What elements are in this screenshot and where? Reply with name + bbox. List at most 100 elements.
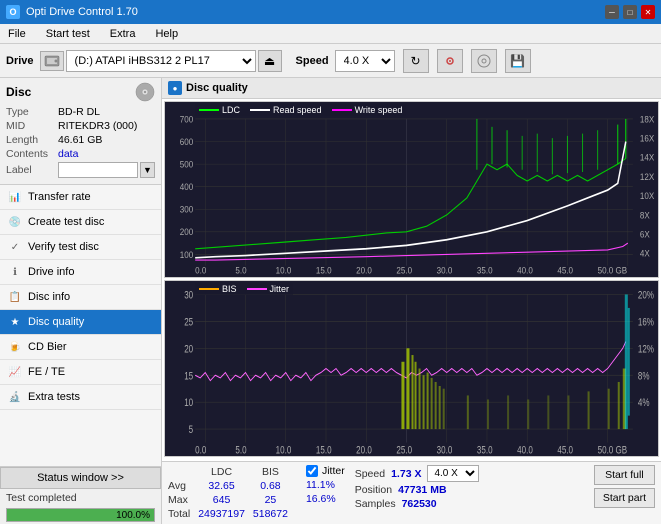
nav-disc-info[interactable]: 📋 Disc info xyxy=(0,285,161,310)
bis-color xyxy=(199,288,219,290)
drive-select-area: (D:) ATAPI iHBS312 2 PL17 ⏏ xyxy=(40,50,282,72)
close-button[interactable]: ✕ xyxy=(641,5,655,19)
table-row-max: Max 645 25 xyxy=(168,493,296,507)
legend-read-speed: Read speed xyxy=(250,105,322,115)
svg-text:10: 10 xyxy=(184,397,193,409)
svg-text:18X: 18X xyxy=(640,114,655,125)
svg-text:35.0: 35.0 xyxy=(477,265,493,276)
position-label: Position xyxy=(355,484,392,496)
menu-start-test[interactable]: Start test xyxy=(42,27,94,41)
refresh-button[interactable]: ↻ xyxy=(403,49,429,73)
nav-disc-info-label: Disc info xyxy=(28,291,70,303)
speed-label: Speed xyxy=(296,55,329,67)
menu-file[interactable]: File xyxy=(4,27,30,41)
svg-text:25.0: 25.0 xyxy=(396,444,412,456)
menu-extra[interactable]: Extra xyxy=(106,27,140,41)
top-chart-svg: 700 600 500 400 300 200 100 18X 16X 14X … xyxy=(165,102,658,277)
svg-text:600: 600 xyxy=(180,136,194,147)
eject-button[interactable]: ⏏ xyxy=(258,50,282,72)
speed-position-section: Speed 1.73 X 4.0 X Position 47731 MB Sam… xyxy=(355,465,480,510)
svg-text:5.0: 5.0 xyxy=(235,265,246,276)
progress-label: 100.0% xyxy=(116,509,150,523)
svg-text:12X: 12X xyxy=(640,171,655,182)
disc-label-label: Label xyxy=(6,164,58,176)
disc-label-input[interactable] xyxy=(58,162,138,178)
svg-text:12%: 12% xyxy=(638,343,655,355)
jitter-avg: 11.1% xyxy=(306,479,335,491)
status-window-label: Status window >> xyxy=(37,472,124,484)
position-value: 47731 MB xyxy=(398,484,446,496)
col-label xyxy=(168,465,198,479)
svg-text:4%: 4% xyxy=(638,397,650,409)
maximize-button[interactable]: □ xyxy=(623,5,637,19)
bottom-chart-svg: 30 25 20 15 10 5 20% 16% 12% 8% 4% 0.0 5… xyxy=(165,281,658,456)
top-chart: LDC Read speed Write speed xyxy=(164,101,659,278)
svg-text:15.0: 15.0 xyxy=(316,444,332,456)
minimize-button[interactable]: ─ xyxy=(605,5,619,19)
svg-text:300: 300 xyxy=(180,204,194,215)
speed-dropdown[interactable]: 4.0 X xyxy=(335,50,395,72)
speed-row-select[interactable]: 4.0 X xyxy=(427,465,479,482)
status-window-button[interactable]: Status window >> xyxy=(0,467,161,489)
menu-bar: File Start test Extra Help xyxy=(0,24,661,44)
drive-dropdown[interactable]: (D:) ATAPI iHBS312 2 PL17 xyxy=(66,50,256,72)
svg-text:50.0 GB: 50.0 GB xyxy=(598,265,628,276)
nav-transfer-rate[interactable]: 📊 Transfer rate xyxy=(0,185,161,210)
disc-info-icon: 📋 xyxy=(8,290,22,304)
svg-text:15: 15 xyxy=(184,370,193,382)
jitter-checkbox[interactable] xyxy=(306,465,318,477)
drive-icon xyxy=(40,51,64,71)
menu-help[interactable]: Help xyxy=(151,27,182,41)
svg-text:10X: 10X xyxy=(640,191,655,202)
samples-value: 762530 xyxy=(402,498,437,510)
ldc-color xyxy=(199,109,219,111)
disc-quality-header: ● Disc quality xyxy=(162,78,661,99)
svg-text:10.0: 10.0 xyxy=(276,444,292,456)
app-title: Opti Drive Control 1.70 xyxy=(26,6,138,18)
progress-bar: 100.0% xyxy=(6,508,155,522)
jitter-section: Jitter 11.1% 16.6% xyxy=(306,465,345,507)
drive-label: Drive xyxy=(6,55,34,67)
title-bar-controls[interactable]: ─ □ ✕ xyxy=(605,5,655,19)
table-row-total: Total 24937197 518672 xyxy=(168,507,296,521)
disc-button[interactable] xyxy=(471,49,497,73)
speed-row-label: Speed xyxy=(355,468,385,480)
disc-quality-title: Disc quality xyxy=(186,82,248,94)
bottom-chart: BIS Jitter xyxy=(164,280,659,457)
extra-tests-icon: 🔬 xyxy=(8,390,22,404)
main-layout: Disc Type BD-R DL MID RITEKDR3 (000) Len… xyxy=(0,78,661,524)
nav-drive-info[interactable]: ℹ Drive info xyxy=(0,260,161,285)
settings-button[interactable] xyxy=(437,49,463,73)
nav-verify-test-disc[interactable]: ✓ Verify test disc xyxy=(0,235,161,260)
nav-disc-quality-label: Disc quality xyxy=(28,316,84,328)
start-full-button[interactable]: Start full xyxy=(594,465,655,485)
nav-disc-quality[interactable]: ★ Disc quality xyxy=(0,310,161,335)
position-row: Position 47731 MB xyxy=(355,484,480,496)
svg-text:10.0: 10.0 xyxy=(276,265,292,276)
svg-text:25: 25 xyxy=(184,316,193,328)
nav-fe-te[interactable]: 📈 FE / TE xyxy=(0,360,161,385)
legend-bis: BIS xyxy=(199,284,237,294)
total-ldc: 24937197 xyxy=(198,507,253,521)
save-button[interactable]: 💾 xyxy=(505,49,531,73)
disc-label-btn[interactable]: ▼ xyxy=(140,162,155,178)
disc-quality-icon: ★ xyxy=(8,315,22,329)
write-speed-color xyxy=(332,109,352,111)
legend-ldc-label: LDC xyxy=(222,105,240,115)
svg-text:30.0: 30.0 xyxy=(437,444,453,456)
total-label: Total xyxy=(168,507,198,521)
col-ldc: LDC xyxy=(198,465,253,479)
nav-extra-tests[interactable]: 🔬 Extra tests xyxy=(0,385,161,410)
svg-text:45.0: 45.0 xyxy=(557,265,573,276)
nav-create-test-disc[interactable]: 💿 Create test disc xyxy=(0,210,161,235)
svg-text:20.0: 20.0 xyxy=(356,444,372,456)
legend-bis-label: BIS xyxy=(222,284,237,294)
disc-type-label: Type xyxy=(6,106,58,118)
jitter-avg-row: 11.1% xyxy=(306,479,345,491)
start-part-button[interactable]: Start part xyxy=(594,488,655,508)
svg-text:8%: 8% xyxy=(638,370,650,382)
nav-cd-bier[interactable]: 🍺 CD Bier xyxy=(0,335,161,360)
svg-text:5.0: 5.0 xyxy=(235,444,246,456)
nav-extra-tests-label: Extra tests xyxy=(28,391,80,403)
svg-text:25.0: 25.0 xyxy=(396,265,412,276)
